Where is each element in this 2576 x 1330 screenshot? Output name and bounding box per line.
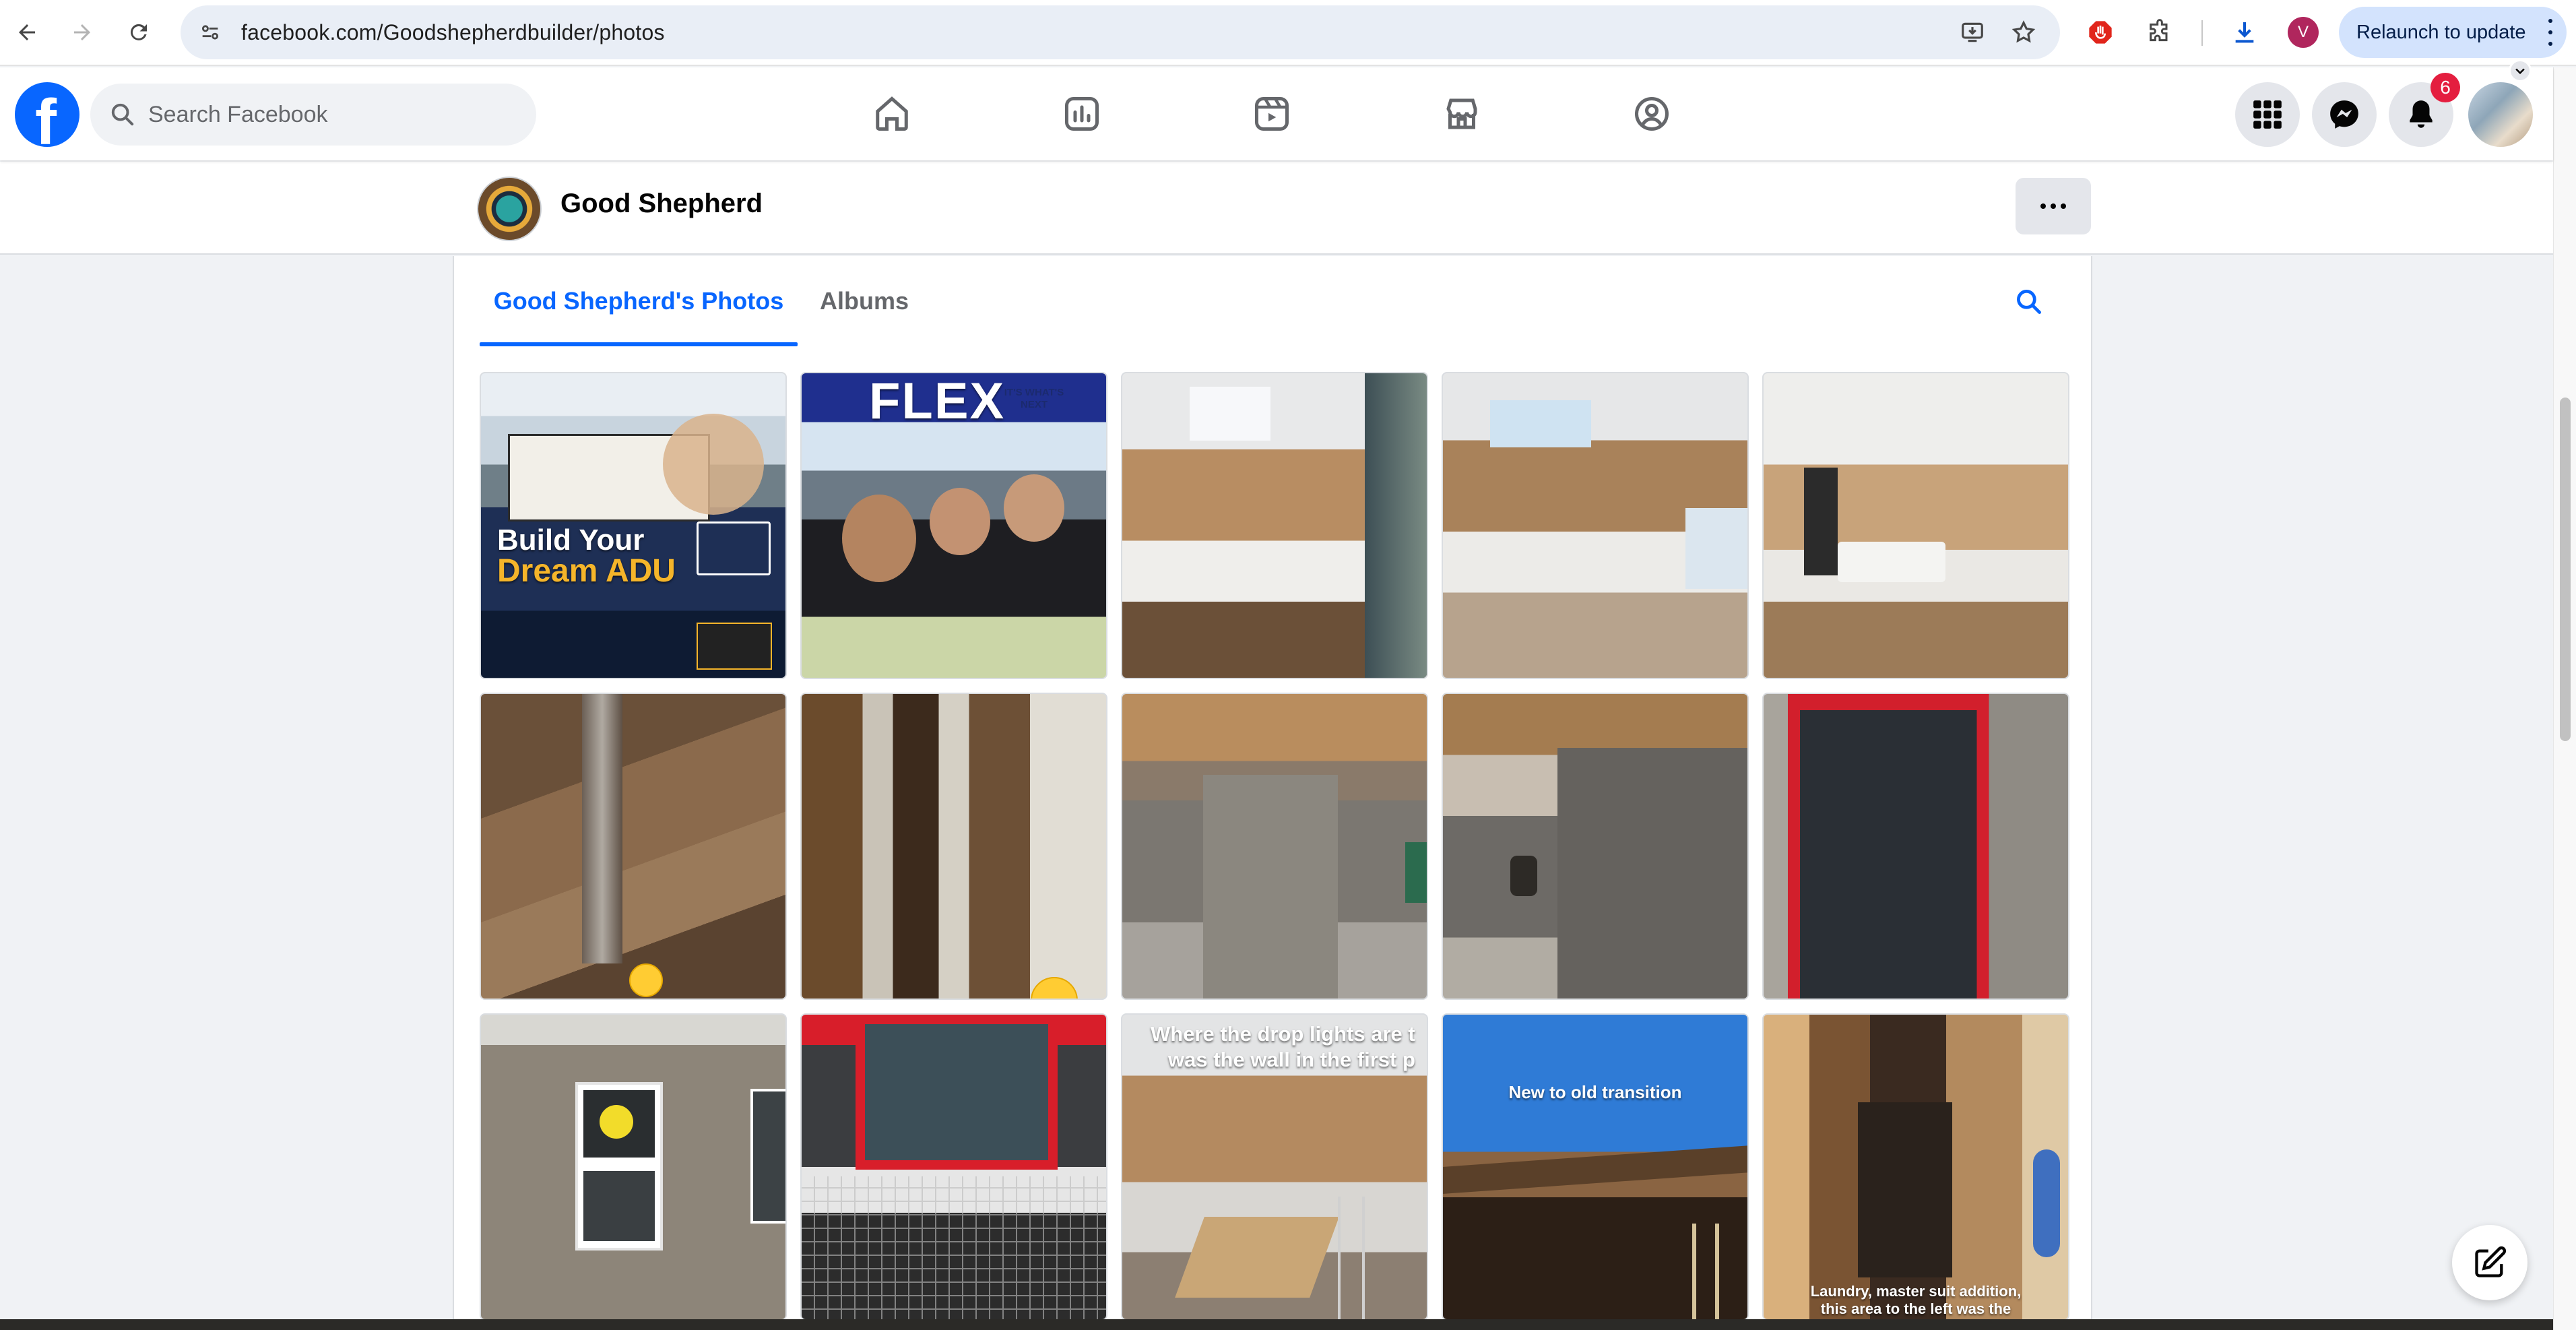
menu-button[interactable] bbox=[2235, 82, 2300, 147]
search-input[interactable] bbox=[148, 84, 512, 146]
taskbar-edge bbox=[0, 1319, 2553, 1330]
relaunch-button[interactable]: Relaunch to update bbox=[2339, 7, 2567, 58]
search-icon bbox=[111, 103, 134, 126]
page-header: Good Shepherd bbox=[0, 162, 2553, 255]
photo-overlay-text: Dream ADU bbox=[497, 553, 676, 589]
download-icon[interactable] bbox=[2226, 13, 2263, 51]
menu-grid-icon bbox=[2253, 100, 2282, 129]
home-icon bbox=[876, 96, 908, 131]
photo-overlay-text: New to old transition bbox=[1508, 1082, 1682, 1102]
photo-overlay-text: Laundry, master suit addition, bbox=[1810, 1283, 2022, 1300]
photo-overlay-text: FLEX bbox=[869, 373, 1006, 430]
forward-button[interactable] bbox=[63, 13, 101, 51]
relaunch-label: Relaunch to update bbox=[2356, 21, 2526, 43]
emoji-sticker bbox=[1031, 977, 1078, 999]
reload-icon bbox=[130, 24, 147, 40]
bookmark-star-icon[interactable] bbox=[2006, 15, 2041, 50]
address-bar[interactable]: facebook.com/Goodshepherdbuilder/photos bbox=[181, 5, 2060, 59]
back-arrow-icon bbox=[19, 24, 35, 40]
browser-toolbar: facebook.com/Goodshepherdbuilder/photos … bbox=[0, 0, 2576, 66]
install-app-icon[interactable] bbox=[1955, 15, 1990, 50]
toolbar-separator bbox=[2201, 20, 2203, 46]
page-profile-picture[interactable] bbox=[477, 177, 542, 241]
photo-thumbnail[interactable]: Laundry, master suit addition, this area… bbox=[1762, 1013, 2069, 1321]
adblock-extension-icon[interactable] bbox=[2082, 13, 2119, 51]
photo-thumbnail[interactable] bbox=[1762, 372, 2069, 679]
photo-overlay-text: IT'S WHAT'S NEXT bbox=[1004, 387, 1064, 410]
messenger-button[interactable] bbox=[2312, 82, 2377, 147]
photo-thumbnail[interactable]: Where the drop lights are t was the wall… bbox=[1121, 1013, 1428, 1321]
messenger-icon bbox=[2330, 100, 2358, 129]
photo-search-button[interactable] bbox=[2003, 276, 2055, 327]
photo-overlay-text: was the wall in the first p bbox=[1168, 1048, 1415, 1071]
back-button[interactable] bbox=[8, 13, 46, 51]
nav-stats[interactable] bbox=[1041, 74, 1122, 154]
photo-thumbnail[interactable] bbox=[800, 1013, 1107, 1321]
tab-photos[interactable]: Good Shepherd's Photos bbox=[480, 256, 798, 346]
photo-thumbnail[interactable]: FLEX IT'S WHAT'S NEXT bbox=[800, 372, 1107, 679]
marketplace-icon bbox=[1446, 98, 1477, 129]
browser-menu-icon[interactable] bbox=[2544, 19, 2557, 46]
photo-thumbnail[interactable] bbox=[480, 1013, 787, 1321]
photo-thumbnail[interactable] bbox=[480, 693, 787, 1000]
photo-thumbnail[interactable] bbox=[1121, 693, 1428, 1000]
chevron-down-icon[interactable] bbox=[2509, 59, 2532, 82]
search-box[interactable] bbox=[90, 84, 536, 146]
photo-thumbnail[interactable]: Build Your Dream ADU bbox=[480, 372, 787, 679]
facebook-header: f bbox=[0, 67, 2553, 160]
nav-home[interactable] bbox=[851, 74, 932, 154]
video-icon bbox=[1255, 97, 1289, 131]
url-text[interactable]: facebook.com/Goodshepherdbuilder/photos bbox=[241, 5, 665, 59]
account-avatar[interactable] bbox=[2468, 82, 2533, 147]
photo-overlay-text: Build Your bbox=[497, 524, 645, 557]
site-info-icon[interactable] bbox=[193, 15, 228, 50]
photo-thumbnail[interactable] bbox=[1442, 372, 1749, 679]
search-icon bbox=[2017, 290, 2041, 314]
groups-icon bbox=[1635, 97, 1669, 131]
page-scrollbar-thumb[interactable] bbox=[2560, 398, 2571, 741]
reload-button[interactable] bbox=[120, 13, 158, 51]
emoji-sticker bbox=[629, 963, 663, 997]
photo-thumbnail[interactable] bbox=[800, 693, 1107, 1000]
nav-marketplace[interactable] bbox=[1421, 74, 1502, 154]
photos-card: Good Shepherd's Photos Albums Build Your… bbox=[453, 256, 2092, 1330]
stats-icon bbox=[1065, 97, 1099, 131]
nav-video[interactable] bbox=[1231, 74, 1312, 154]
photo-thumbnail[interactable] bbox=[1121, 372, 1428, 679]
photo-overlay-text: this area to the left was the bbox=[1820, 1300, 2011, 1317]
extensions-puzzle-icon[interactable] bbox=[2141, 13, 2179, 51]
nav-groups[interactable] bbox=[1611, 74, 1692, 154]
photo-thumbnail[interactable] bbox=[1762, 693, 2069, 1000]
new-message-button[interactable] bbox=[2452, 1225, 2527, 1300]
tab-albums[interactable]: Albums bbox=[811, 256, 917, 346]
photo-overlay-text: Where the drop lights are t bbox=[1151, 1022, 1415, 1046]
notification-count-badge: 6 bbox=[2430, 73, 2460, 102]
facebook-logo-icon[interactable]: f bbox=[15, 82, 79, 147]
forward-arrow-icon bbox=[74, 24, 90, 40]
photo-thumbnail[interactable] bbox=[1442, 693, 1749, 1000]
bell-icon bbox=[2410, 100, 2433, 128]
compose-icon bbox=[2475, 1246, 2507, 1277]
browser-profile-avatar[interactable]: V bbox=[2288, 17, 2319, 48]
photo-thumbnail[interactable]: New to old transition bbox=[1442, 1013, 1749, 1321]
more-options-button[interactable] bbox=[2016, 178, 2091, 234]
page-title[interactable]: Good Shepherd bbox=[560, 189, 763, 219]
